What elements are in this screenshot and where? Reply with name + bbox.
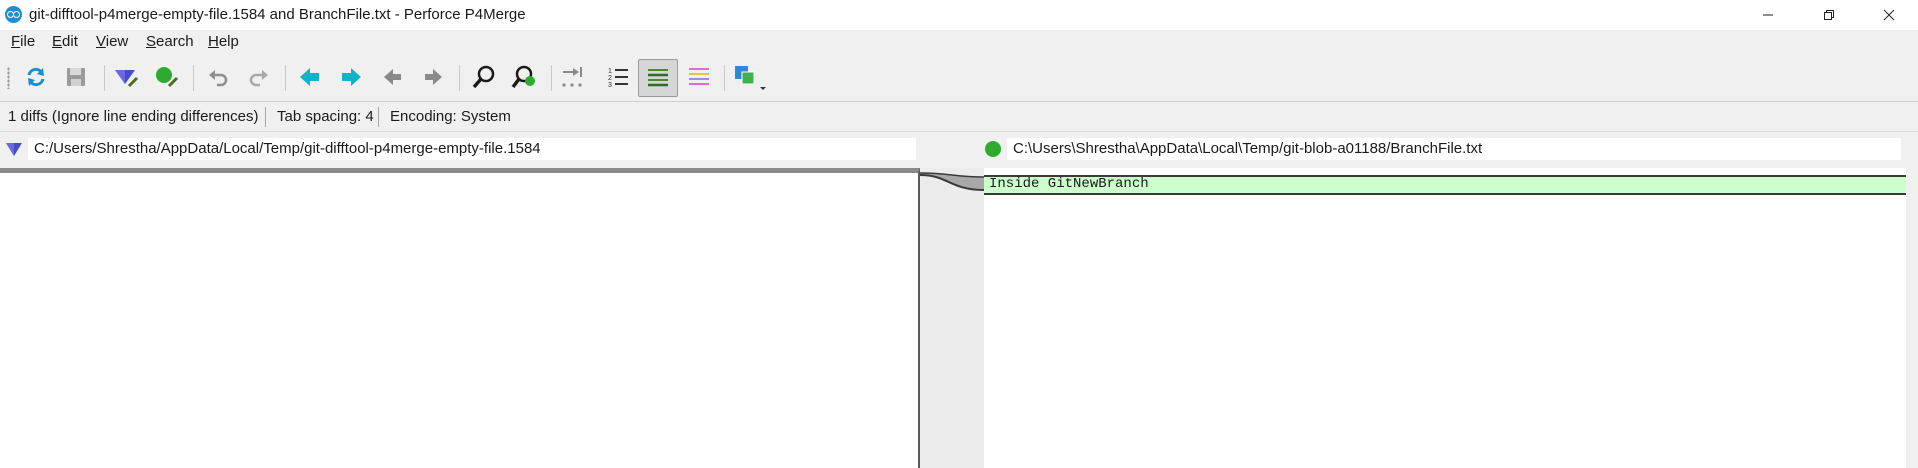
- menu-edit[interactable]: Edit: [52, 33, 78, 50]
- line-text: Inside GitNewBranch: [989, 176, 1149, 192]
- right-file-path[interactable]: C:\Users\Shrestha\AppData\Local\Temp/git…: [1007, 138, 1901, 160]
- menu-view[interactable]: View: [96, 33, 128, 50]
- toolbar-separator: [193, 65, 194, 91]
- diff-count: 1 diffs (Ignore line ending differences): [8, 108, 259, 125]
- close-icon: [1883, 9, 1895, 21]
- next-change-icon: [425, 69, 442, 85]
- diff-inline-icon: [648, 69, 668, 87]
- find-icon: [472, 65, 495, 89]
- maximize-button[interactable]: [1802, 0, 1856, 30]
- left-file-pane[interactable]: [0, 168, 920, 468]
- status-separator: [378, 107, 379, 127]
- line-numbers-button[interactable]: 1 2 3: [603, 62, 633, 92]
- right-file-marker-icon: [156, 67, 179, 88]
- refresh-button[interactable]: [21, 62, 51, 92]
- redo-icon: [249, 70, 268, 87]
- right-file-pane[interactable]: Inside GitNewBranch: [984, 168, 1906, 468]
- svg-text:2: 2: [608, 75, 612, 82]
- toolbar-separator: [104, 65, 105, 91]
- right-file-marker-icon: [985, 141, 1001, 157]
- encoding[interactable]: Encoding: System: [390, 108, 511, 125]
- toolbar-separator: [459, 65, 460, 91]
- maximize-icon: [1824, 10, 1834, 20]
- added-line: Inside GitNewBranch: [984, 175, 1906, 195]
- toolbar: 1 2 3: [0, 53, 1918, 102]
- minimize-icon: [1763, 14, 1773, 16]
- diff-highlight-button[interactable]: [684, 62, 714, 92]
- find-button[interactable]: [469, 62, 499, 92]
- toolbar-separator: [551, 65, 552, 91]
- line-numbers-icon: 1 2 3: [608, 68, 628, 89]
- toolbar-separator: [724, 65, 725, 91]
- undo-icon: [209, 70, 228, 87]
- close-button[interactable]: [1862, 0, 1916, 30]
- diff-connector-gutter: [919, 168, 985, 468]
- layout-icon: [735, 66, 766, 90]
- svg-text:1: 1: [608, 68, 612, 75]
- previous-change-button[interactable]: [378, 62, 408, 92]
- find-next-icon: [511, 65, 535, 89]
- right-file-marker-button[interactable]: [151, 62, 181, 92]
- tab-spacing[interactable]: Tab spacing: 4: [277, 108, 374, 125]
- svg-text:3: 3: [608, 82, 612, 89]
- menu-search[interactable]: Search: [146, 33, 194, 50]
- left-file-marker-button[interactable]: [111, 62, 141, 92]
- undo-button[interactable]: [203, 62, 233, 92]
- previous-change-icon: [384, 69, 401, 85]
- left-file-header: C:/Users/Shrestha/AppData/Local/Temp/git…: [0, 132, 920, 166]
- refresh-icon: [27, 67, 45, 87]
- save-icon: [67, 68, 85, 86]
- left-file-marker-icon: [115, 70, 139, 88]
- menu-file[interactable]: File: [11, 33, 35, 50]
- toolbar-separator: [285, 65, 286, 91]
- diff-highlight-icon: [689, 68, 709, 85]
- window-title: git-difftool-p4merge-empty-file.1584 and…: [29, 6, 526, 23]
- previous-diff-button[interactable]: [295, 62, 325, 92]
- toolbar-grip[interactable]: [7, 67, 10, 89]
- next-diff-icon: [342, 68, 361, 86]
- minimize-button[interactable]: [1741, 0, 1795, 30]
- layout-button[interactable]: [731, 62, 771, 92]
- previous-diff-icon: [300, 68, 319, 86]
- redo-button[interactable]: [244, 62, 274, 92]
- title-bar: git-difftool-p4merge-empty-file.1584 and…: [0, 0, 1918, 30]
- p4merge-logo-icon: [5, 6, 22, 23]
- left-file-path[interactable]: C:/Users/Shrestha/AppData/Local/Temp/git…: [28, 138, 916, 160]
- status-bar: 1 diffs (Ignore line ending differences)…: [0, 102, 1918, 132]
- next-change-button[interactable]: [418, 62, 448, 92]
- diff-inline-button[interactable]: [638, 59, 678, 97]
- find-next-button[interactable]: [509, 62, 539, 92]
- status-separator: [265, 107, 266, 127]
- show-tab-whitespace-icon: [562, 67, 582, 87]
- diff-connector: [919, 172, 985, 191]
- left-file-marker-icon: [6, 143, 22, 156]
- next-diff-button[interactable]: [336, 62, 366, 92]
- menu-help[interactable]: Help: [208, 33, 239, 50]
- show-tab-whitespace-button[interactable]: [558, 62, 588, 92]
- right-file-header: C:\Users\Shrestha\AppData\Local\Temp/git…: [984, 132, 1906, 166]
- vertical-scrollbar[interactable]: [1906, 132, 1918, 468]
- save-button[interactable]: [61, 62, 91, 92]
- menu-bar: File Edit View Search Help: [0, 30, 1918, 52]
